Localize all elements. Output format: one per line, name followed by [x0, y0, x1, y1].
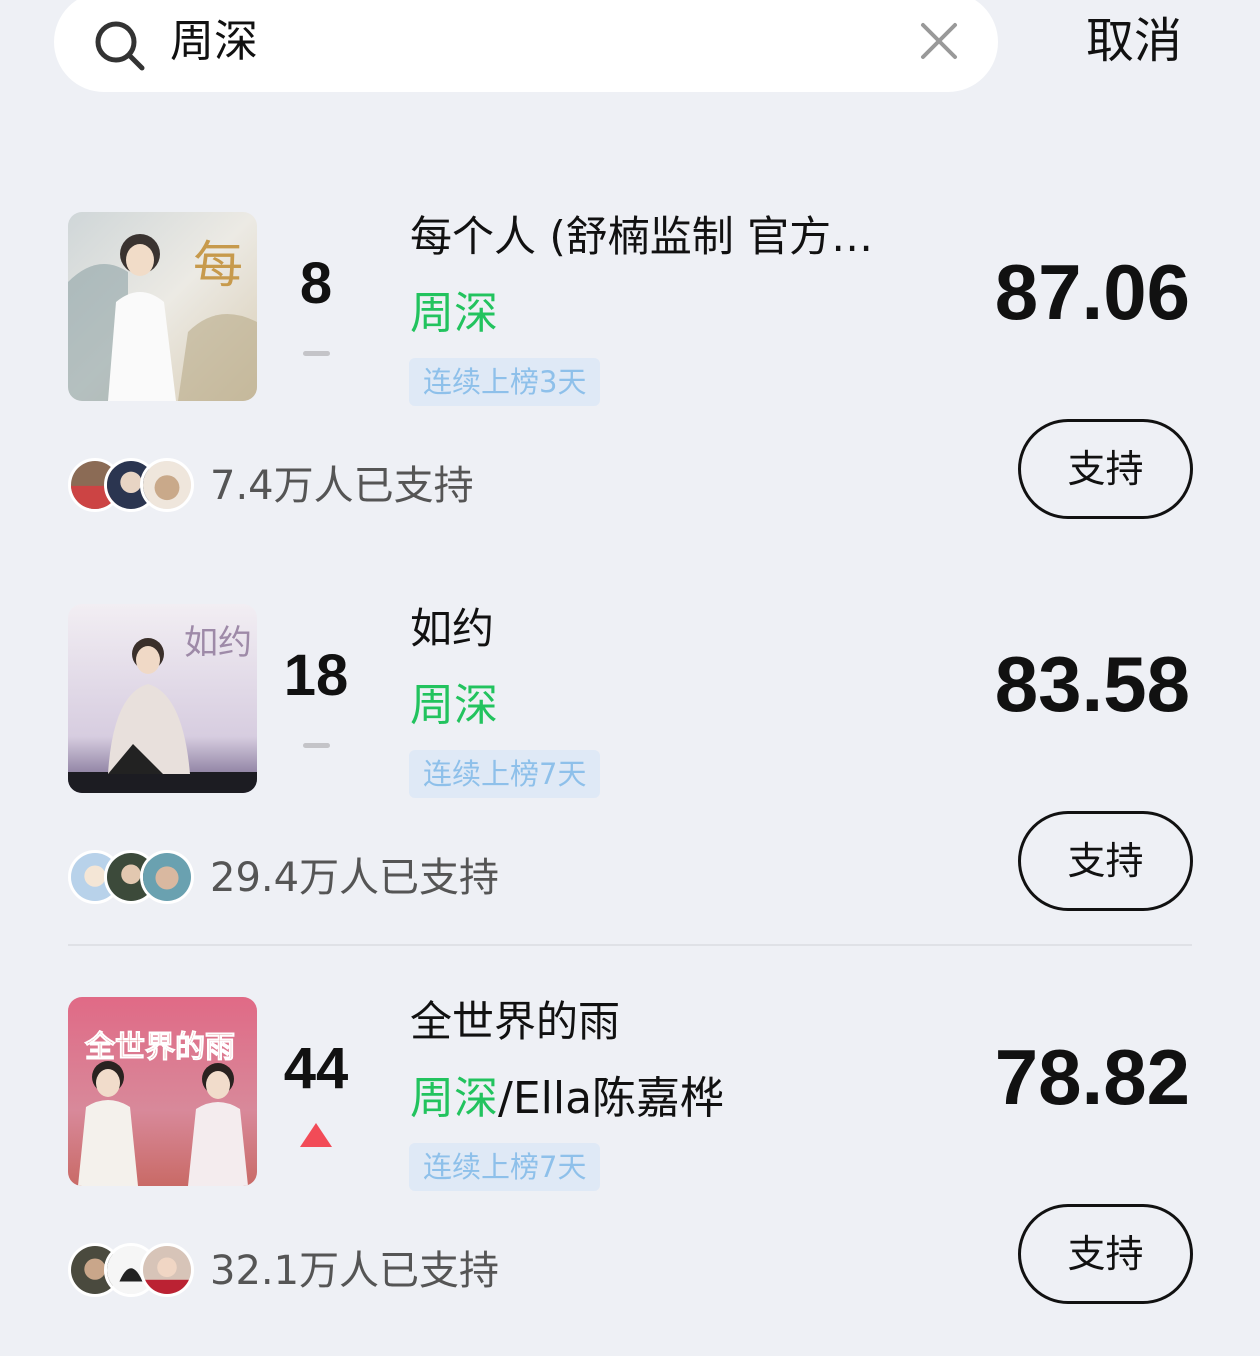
support-count: 7.4万人已支持 [210, 463, 474, 509]
album-cover[interactable]: 如约 [68, 604, 257, 793]
search-input[interactable]: 周深 [170, 14, 258, 70]
avatar [140, 1243, 194, 1297]
cover-text: 每 [193, 236, 243, 294]
chart-entry[interactable]: 每 8 每个人 (舒楠监制 官方… 周深 连续上榜3天 87.06 7.4万人已… [0, 212, 1260, 604]
support-button[interactable]: 支持 [1018, 1204, 1193, 1304]
chart-entry[interactable]: 如约 18 如约 周深 连续上榜7天 83.58 29.4万人已支持 支持 [0, 604, 1260, 996]
avatar [140, 458, 194, 512]
trend-up-icon [300, 1123, 332, 1147]
clear-icon[interactable] [918, 20, 960, 62]
support-button[interactable]: 支持 [1018, 419, 1193, 519]
score: 83.58 [994, 640, 1190, 728]
chart-search-screen: 周深 取消 每 8 每个人 (舒楠监制 官方… 周深 连续上榜3天 87.06 … [0, 0, 1260, 1356]
artist-name[interactable]: 周深 [410, 288, 498, 340]
trend-flat-icon [303, 351, 330, 356]
cover-text: 如约 [184, 623, 252, 663]
score: 87.06 [994, 248, 1190, 336]
cancel-button[interactable]: 取消 [1086, 10, 1182, 72]
album-cover[interactable]: 每 [68, 212, 257, 401]
chart-entry[interactable]: 全世界的雨 44 全世界的雨 周深/Ella陈嘉桦 连续上榜7天 78.82 3… [0, 997, 1260, 1356]
support-button[interactable]: 支持 [1018, 811, 1193, 911]
trend-flat-icon [303, 743, 330, 748]
score: 78.82 [994, 1033, 1190, 1121]
support-count: 29.4万人已支持 [210, 855, 500, 901]
album-cover[interactable]: 全世界的雨 [68, 997, 257, 1186]
rank-number: 18 [283, 643, 349, 708]
song-title[interactable]: 全世界的雨 [410, 997, 950, 1047]
support-count: 32.1万人已支持 [210, 1248, 500, 1294]
cover-text: 全世界的雨 [84, 1030, 235, 1065]
artist-name[interactable]: 周深 [410, 680, 498, 732]
avatar [140, 850, 194, 904]
streak-badge: 连续上榜7天 [409, 750, 601, 798]
streak-badge: 连续上榜3天 [409, 358, 601, 406]
artist-name[interactable]: 周深/Ella陈嘉桦 [410, 1073, 724, 1125]
search-icon [95, 21, 145, 71]
song-title[interactable]: 每个人 (舒楠监制 官方… [410, 212, 950, 262]
streak-badge: 连续上榜7天 [409, 1143, 601, 1191]
rank-number: 8 [299, 251, 333, 316]
rank-number: 44 [283, 1036, 349, 1101]
divider [68, 944, 1192, 946]
song-title[interactable]: 如约 [410, 604, 950, 654]
